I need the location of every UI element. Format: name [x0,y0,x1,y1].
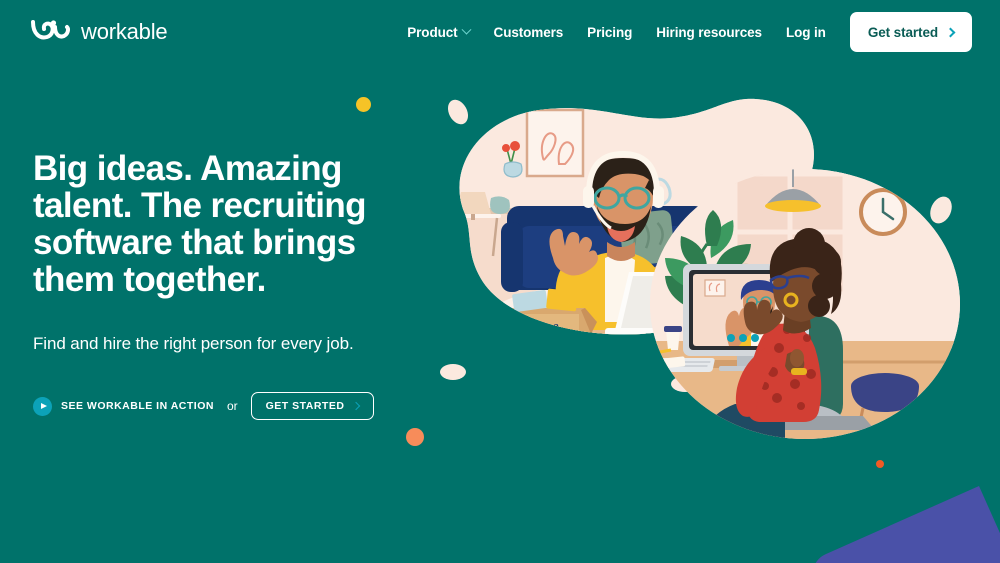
brand-name: workable [81,19,168,44]
nav-item-pricing[interactable]: Pricing [575,17,644,48]
chevron-right-icon [945,27,956,37]
get-started-label: Get started [867,24,938,40]
nav-item-product[interactable]: Product [395,17,481,48]
hero-illustration: Welcome [435,86,980,456]
hero-content: Big ideas. Amazing talent. The recruitin… [33,150,453,420]
svg-text:Welcome: Welcome [505,319,559,335]
actions-separator: or [226,399,238,413]
corner-accent-shape [805,485,1000,563]
decor-dot-orange-small [876,460,884,468]
nav-item-label: Log in [785,24,826,40]
hero-headline: Big ideas. Amazing talent. The recruitin… [33,149,367,299]
get-started-button[interactable]: Get started [849,12,972,52]
hero-actions: See Workable in action or Get started [33,392,453,420]
nav-item-label: Product [407,24,458,40]
nav-item-log-in[interactable]: Log in [774,17,838,48]
see-workable-in-action-link[interactable]: See Workable in action [33,396,214,416]
decor-dot-orange [406,428,424,446]
site-header: workable Product Customers Pricing Hirin… [0,0,1000,64]
play-icon [33,396,52,416]
hero-page: Welcome workable Product Customers Prici… [0,0,1000,563]
chevron-down-icon [461,24,471,35]
nav-item-label: Customers [493,24,564,40]
nav-item-label: Pricing [587,24,633,40]
see-workable-in-action-label: See Workable in action [61,400,214,412]
get-started-secondary-label: Get started [265,400,345,412]
nav-item-hiring-resources[interactable]: Hiring resources [644,17,774,48]
decor-dot-yellow [356,97,371,112]
brand-logo[interactable]: workable [30,18,168,47]
get-started-secondary-button[interactable]: Get started [250,392,375,420]
workable-w-mark-icon [30,18,72,47]
nav-item-customers[interactable]: Customers [482,17,576,48]
main-navigation: Product Customers Pricing Hiring resourc… [395,12,972,52]
hero-subheadline: Find and hire the right person for every… [33,334,354,353]
nav-item-label: Hiring resources [656,24,762,40]
chevron-right-icon [352,401,361,411]
